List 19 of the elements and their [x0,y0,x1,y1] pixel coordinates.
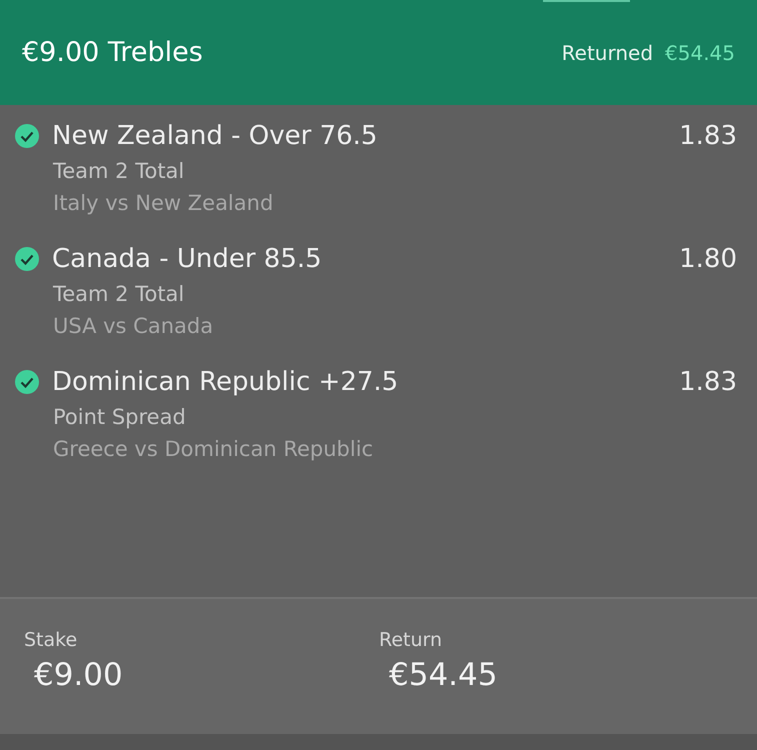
market-name: Point Spread [53,405,187,429]
selection-name: Canada - Under 85.5 [52,244,323,274]
return-label: Return [379,629,444,651]
selection-odds: 1.80 [679,244,737,274]
market-name: Team 2 Total [53,282,186,306]
event-name: Greece vs Dominican Republic [53,437,374,461]
returned-label: Returned [562,40,654,64]
bet-title: €9.00 Trebles [22,37,203,68]
selection-name: New Zealand - Over 76.5 [52,121,378,151]
returned-amount: €54.45 [665,40,735,64]
stake-amount: €9.00 [34,657,124,693]
return-amount: €54.45 [389,657,498,693]
event-name: USA vs Canada [53,314,214,338]
market-name: Team 2 Total [53,159,186,183]
stake-label: Stake [24,629,78,651]
event-name: Italy vs New Zealand [53,191,274,215]
selection-name: Dominican Republic +27.5 [52,367,400,397]
selection-odds: 1.83 [679,121,737,151]
selection-odds: 1.83 [679,367,737,397]
